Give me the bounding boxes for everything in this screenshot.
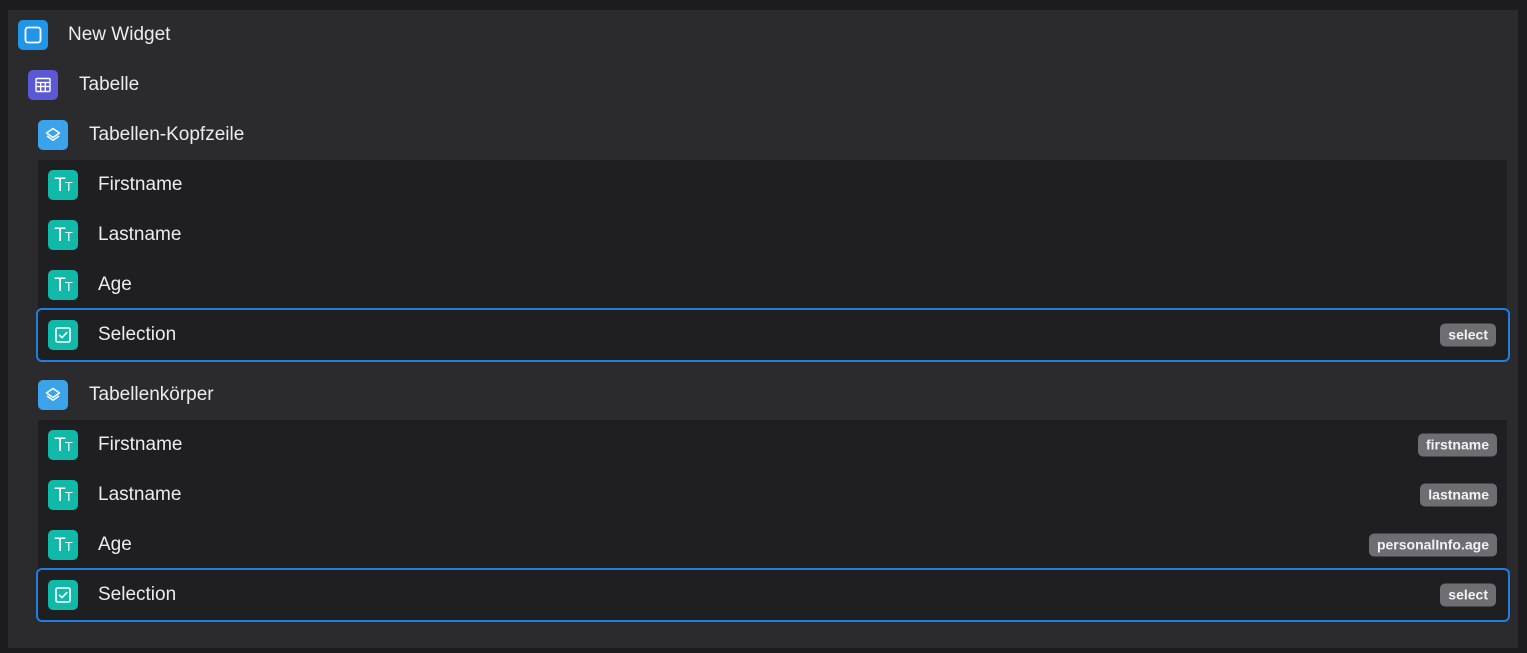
tree-item-tabelle[interactable]: Tabelle (28, 60, 1508, 110)
table-icon (28, 70, 58, 100)
tree-item-body-selection[interactable]: Selection select (36, 568, 1510, 622)
text-icon: TT (48, 220, 78, 250)
tree-item-label: Tabelle (79, 74, 140, 95)
binding-badge: firstname (1417, 433, 1497, 457)
checkbox-icon (48, 320, 78, 350)
tree-item-label: New Widget (68, 24, 171, 45)
binding-badge: select (1440, 323, 1496, 347)
text-icon: TT (48, 430, 78, 460)
tree-item-label: Firstname (98, 174, 183, 195)
widget-icon (18, 20, 48, 50)
text-icon: TT (48, 480, 78, 510)
binding-badge: select (1440, 583, 1496, 607)
layers-icon (38, 380, 68, 410)
tree-item-label: Age (98, 274, 132, 295)
tree-item-label: Age (98, 534, 132, 555)
tree-item-tabellen-kopfzeile[interactable]: Tabellen-Kopfzeile (38, 110, 1508, 160)
tree-item-body-firstname[interactable]: TT Firstname firstname (48, 420, 1507, 470)
tree-item-label: Firstname (98, 434, 183, 455)
tree-item-label: Tabellenkörper (89, 384, 214, 405)
tree-item-body-lastname[interactable]: TT Lastname lastname (48, 470, 1507, 520)
tree-item-label: Lastname (98, 224, 182, 245)
text-icon: TT (48, 270, 78, 300)
text-icon: TT (48, 530, 78, 560)
tree-item-body-age[interactable]: TT Age personalInfo.age (48, 520, 1507, 570)
layers-icon (38, 120, 68, 150)
checkbox-icon (48, 580, 78, 610)
tree-item-label: Tabellen-Kopfzeile (89, 124, 245, 145)
tree-item-label: Lastname (98, 484, 182, 505)
binding-badge: personalInfo.age (1368, 533, 1497, 557)
text-icon: TT (48, 170, 78, 200)
binding-badge: lastname (1420, 483, 1497, 507)
tree-item-new-widget[interactable]: New Widget (18, 10, 1508, 60)
tree-item-label: Selection (98, 584, 177, 605)
tree-item-header-selection[interactable]: Selection select (36, 308, 1510, 362)
tree-item-label: Selection (98, 324, 177, 345)
tree-item-header-lastname[interactable]: TT Lastname (48, 210, 1507, 260)
tree-item-header-firstname[interactable]: TT Firstname (48, 160, 1507, 210)
tree-item-tabellenkoerper[interactable]: Tabellenkörper (38, 370, 1508, 420)
tree-item-header-age[interactable]: TT Age (48, 260, 1507, 310)
